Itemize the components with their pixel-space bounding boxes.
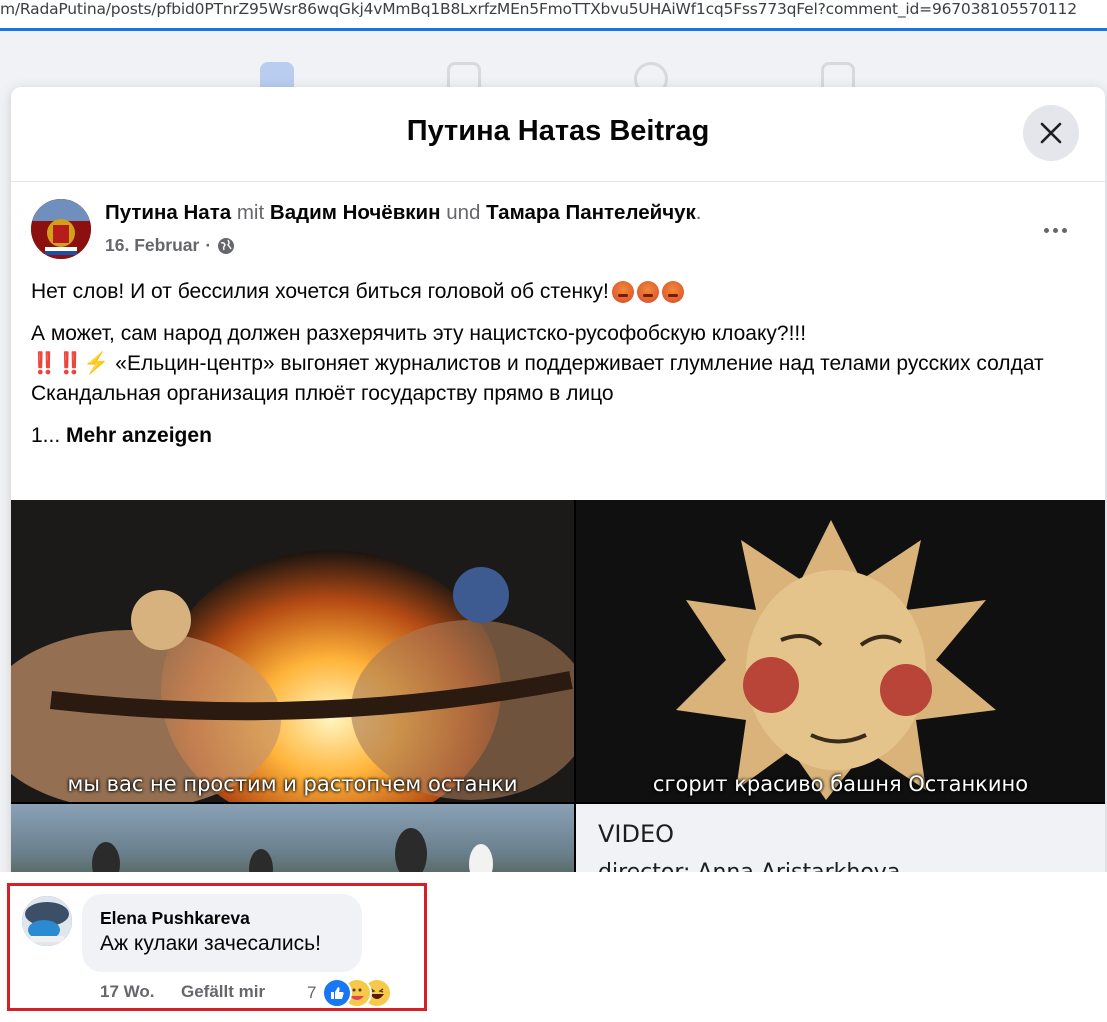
dialog-title: Путина Натаs Beitrag [406,115,710,147]
commenter-avatar[interactable] [22,896,72,946]
video-frame-sun-mask[interactable]: сгорит красиво башня Останкино [576,500,1105,802]
comment-bubble: Elena Pushkareva Аж кулаки зачесались! [82,894,362,972]
close-icon [1040,122,1062,144]
angry-face-icon [611,281,634,303]
with-word: mit [236,201,265,224]
post-text: Нет слов! И от бессилия хочется биться г… [31,277,1091,451]
angry-face-icon [636,281,659,303]
like-icon [322,978,352,1008]
post-line-4: Скандальная организация плюёт государств… [31,382,614,405]
video-caption-1: мы вас не простим и растопчем останки [67,772,518,796]
close-button[interactable] [1023,105,1079,161]
comment-age[interactable]: 17 Wo. [100,982,154,1002]
meta-separator: · [205,235,212,255]
video-caption-2: сгорит красиво башня Останкино [652,772,1029,796]
author-name[interactable]: Путина Ната [105,201,231,224]
comment-like-button[interactable]: Gefällt mir [181,982,265,1002]
post-header: Путина Ната mit Вадим Ночёвкин und Тамар… [105,201,701,225]
tagged-user-2[interactable]: Тамара Пантелейчук [486,201,696,224]
reaction-icons[interactable] [320,978,400,1008]
reaction-count[interactable]: 7 [307,983,316,1003]
period: . [695,201,702,224]
angry-face-icon [661,281,684,303]
and-word: und [446,201,481,224]
address-bar[interactable]: m/RadaPutina/posts/pfbid0PTnrZ95Wsr86wqG… [0,0,1107,31]
comment-text: Аж кулаки зачесались! [100,932,321,955]
tagged-user-1[interactable]: Вадим Ночёвкин [270,201,441,224]
more-options-button[interactable] [1035,215,1075,245]
post-date[interactable]: 16. Februar [105,235,199,256]
see-more-row: 1... Mehr anzeigen [31,424,212,447]
post-meta: 16. Februar · [105,235,235,256]
media-collage[interactable]: мы вас не простим и растопчем останки сг… [11,500,1105,887]
dialog-header: Путина Натаs Beitrag [11,87,1105,182]
alert-emoji: ‼️‼️⚡ [31,352,110,375]
url-text[interactable]: m/RadaPutina/posts/pfbid0PTnrZ95Wsr86wqG… [0,0,1100,18]
post-dialog: Путина Натаs Beitrag Путина Ната mit Вад… [11,87,1105,887]
see-more-link[interactable]: Mehr anzeigen [66,424,212,447]
post-line-3: ‼️‼️⚡ «Ельцин-центр» выгоняет журналисто… [31,352,1044,375]
commenter-name[interactable]: Elena Pushkareva [100,908,250,929]
video-frame-fire[interactable]: мы вас не простим и растопчем останки [11,500,574,802]
post-line-2: А может, сам народ должен разхерячить эт… [31,322,807,345]
video-label: VIDEO [598,820,675,848]
globe-icon [218,237,235,254]
post-line-1: Нет слов! И от бессилия хочется биться г… [31,277,1091,307]
author-avatar[interactable] [31,199,91,259]
